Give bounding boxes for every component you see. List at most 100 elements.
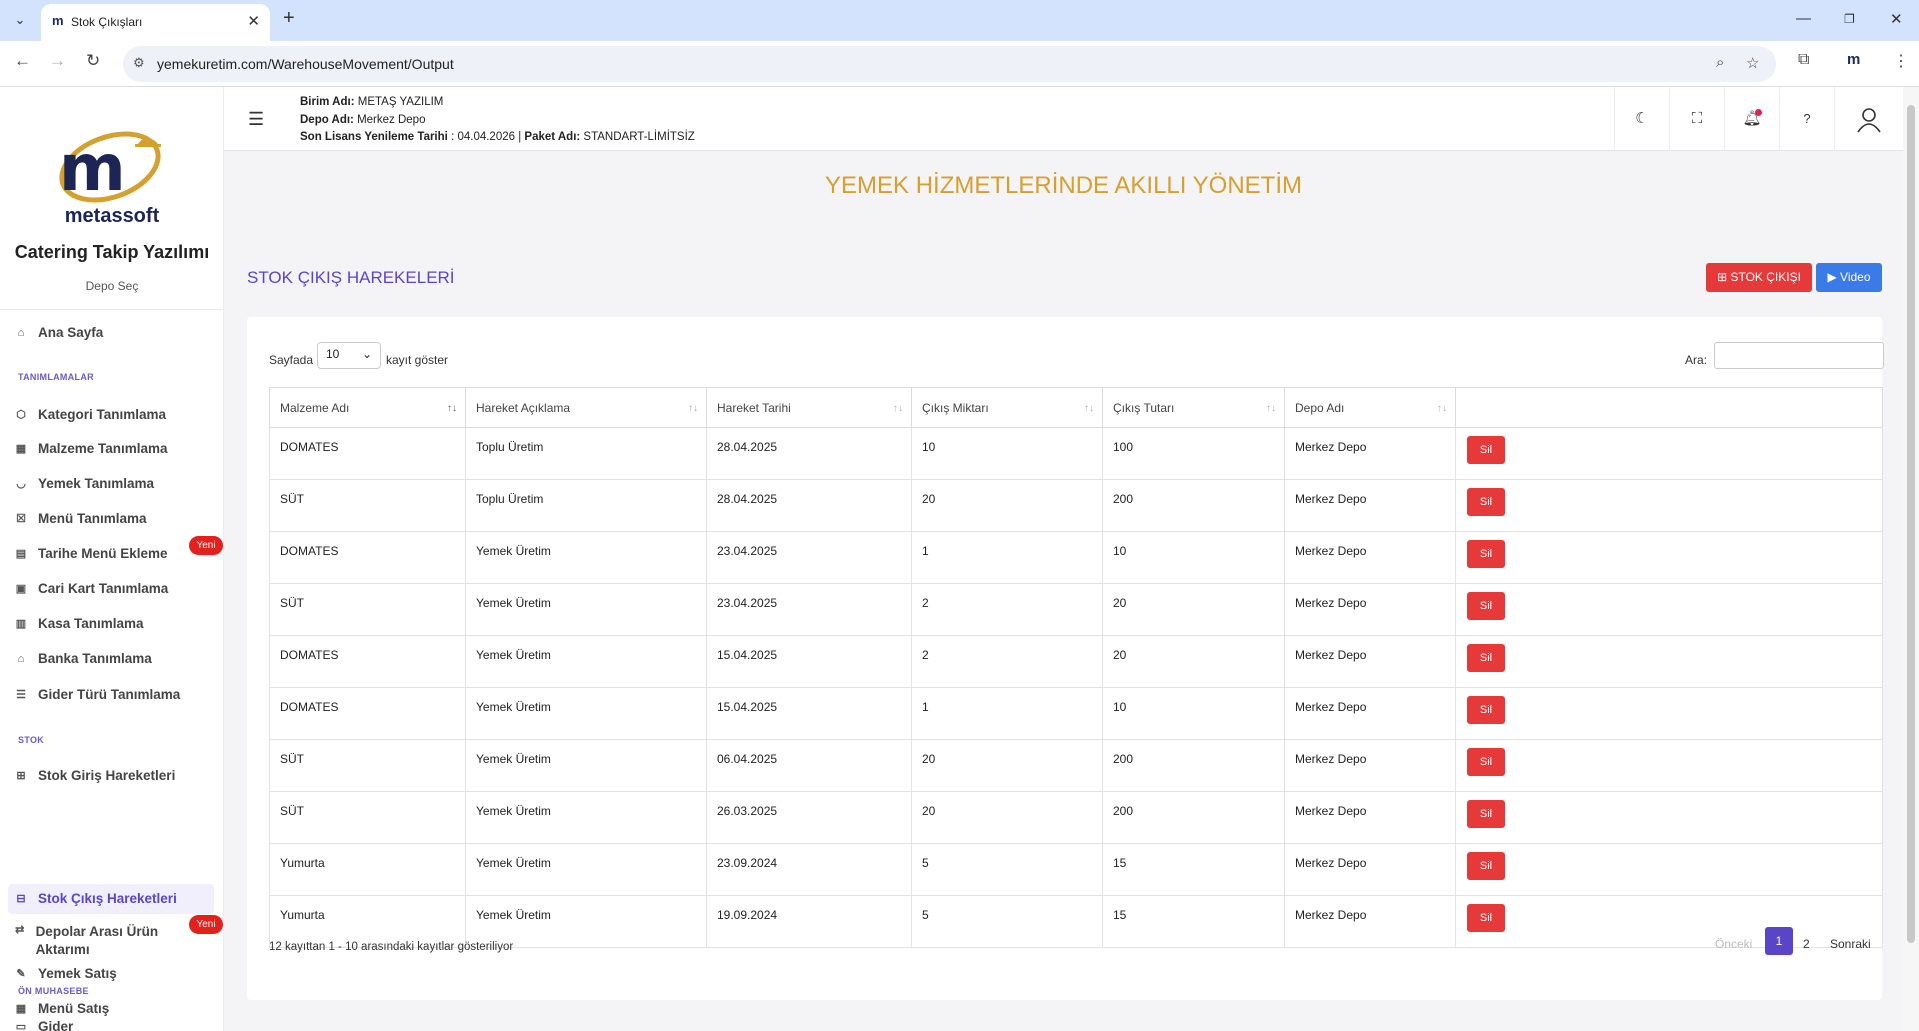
cell-malzeme: SÜT (269, 791, 466, 844)
notification-bell-icon[interactable]: 🔔︎ (1724, 87, 1779, 151)
delete-button[interactable]: Sil (1467, 436, 1505, 464)
reload-icon[interactable]: ↻ (86, 51, 100, 71)
sidebar-divider (0, 309, 223, 310)
video-button[interactable]: ▶ Video (1816, 263, 1882, 292)
cell-actions: Sil (1455, 635, 1883, 688)
cell-depo: Merkez Depo (1284, 687, 1456, 740)
sidebar-item-yemek-satis[interactable]: ✎ Yemek Satış (14, 966, 116, 981)
sidebar-item-menu[interactable]: ☒ Menü Tanımlama (14, 511, 146, 526)
fullscreen-icon[interactable]: ⛶ (1669, 87, 1724, 151)
stock-in-icon: ⊞ (16, 769, 26, 782)
delete-button[interactable]: Sil (1467, 696, 1505, 724)
pagination-prev[interactable]: Önceki (1715, 937, 1752, 951)
cell-tarih: 06.04.2025 (706, 739, 912, 792)
page-length-select[interactable]: 10 ⌄ (317, 342, 381, 369)
cell-tutar: 20 (1102, 583, 1285, 636)
depo-sec-link[interactable]: Depo Seç (0, 279, 223, 293)
forward-arrow-icon[interactable]: → (49, 51, 66, 71)
cell-miktar: 2 (911, 635, 1103, 688)
delete-button[interactable]: Sil (1467, 488, 1505, 516)
cell-tarih: 19.09.2024 (706, 895, 912, 948)
cell-tarih: 26.03.2025 (706, 791, 912, 844)
new-tab-plus-icon[interactable]: + (283, 7, 295, 30)
stok-cikisi-button[interactable]: ⊞ STOK ÇIKIŞI (1706, 263, 1812, 292)
help-icon[interactable]: ? (1779, 87, 1834, 151)
minimize-icon[interactable]: — (1796, 10, 1811, 27)
delete-button[interactable]: Sil (1467, 540, 1505, 568)
cell-malzeme: SÜT (269, 583, 466, 636)
browser-toolbar: ← → ↻ ⚙ yemekuretim.com/WarehouseMovemen… (0, 41, 1919, 87)
sidebar-item-kategori[interactable]: ⬡ Kategori Tanımlama (14, 407, 166, 422)
site-info-icon[interactable]: ⚙ (133, 55, 145, 71)
scrollbar-thumb[interactable] (1907, 105, 1915, 943)
search-input[interactable] (1714, 342, 1884, 369)
sidebar-item-malzeme[interactable]: ▦ Malzeme Tanımlama (14, 441, 168, 456)
extensions-icon[interactable]: ⧉ (1798, 51, 1809, 69)
sidebar-item-banka[interactable]: ⌂ Banka Tanımlama (14, 651, 152, 666)
back-arrow-icon[interactable]: ← (14, 51, 31, 71)
cell-depo: Merkez Depo (1284, 635, 1456, 688)
restore-icon[interactable]: ❐ (1844, 12, 1855, 26)
logo-wordmark: metassoft (64, 205, 160, 227)
sidebar-item-home[interactable]: ⌂ Ana Sayfa (14, 325, 104, 340)
cell-tutar: 15 (1102, 895, 1285, 948)
contact-card-icon: ▣ (15, 582, 27, 595)
delete-button[interactable]: Sil (1467, 748, 1505, 776)
calendar-icon: ▤ (15, 547, 27, 560)
section-tanimlamalar: TANIMLAMALAR (18, 372, 94, 382)
dark-mode-moon-icon[interactable]: ☾ (1614, 87, 1669, 151)
menu-sale-icon: ▦ (15, 1002, 27, 1015)
sidebar-item-menu-satis[interactable]: ▦ Menü Satış (14, 1001, 109, 1016)
cell-miktar: 20 (911, 791, 1103, 844)
column-miktar[interactable]: Çıkış Miktarı ↑↓ (911, 387, 1103, 428)
zoom-icon[interactable]: ⌕ (1716, 54, 1724, 71)
sidebar-item-gider[interactable]: ▭ Gider (14, 1019, 73, 1031)
delete-button[interactable]: Sil (1467, 852, 1505, 880)
sidebar-item-stok-giris[interactable]: ⊞ Stok Giriş Hareketleri (14, 768, 175, 783)
tab-close-icon[interactable]: ✕ (247, 12, 260, 30)
page-scrollbar[interactable] (1903, 87, 1919, 1031)
sidebar-item-cari-kart[interactable]: ▣ Cari Kart Tanımlama (14, 581, 169, 596)
sidebar-item-kasa[interactable]: ▥ Kasa Tanımlama (14, 616, 144, 631)
column-malzeme[interactable]: Malzeme Adı ↑↓ (269, 387, 466, 428)
bookmark-star-icon[interactable]: ☆ (1746, 54, 1759, 72)
table-row: Yumurta Yemek Üretim 23.09.2024 5 15 Merkez D… (269, 843, 1883, 896)
cell-tutar: 15 (1102, 843, 1285, 896)
browser-tab[interactable]: m Stok Çıkışları ✕ (41, 4, 270, 41)
cell-actions: Sil (1455, 791, 1883, 844)
delete-button[interactable]: Sil (1467, 904, 1505, 932)
food-sale-icon: ✎ (16, 967, 26, 980)
browser-menu-icon[interactable]: ⋮ (1893, 51, 1909, 71)
address-bar[interactable]: ⚙ yemekuretim.com/WarehouseMovement/Outp… (123, 46, 1776, 82)
column-depo[interactable]: Depo Adı ↑↓ (1284, 387, 1456, 428)
sidebar-item-depolar-arasi[interactable]: ⇄ Depolar Arası Ürün Aktarımı (14, 923, 184, 959)
pagination-page-1[interactable]: 1 (1765, 927, 1793, 955)
column-tarih[interactable]: Hareket Tarihi ↑↓ (706, 387, 912, 428)
pagination-next[interactable]: Sonraki (1830, 937, 1871, 951)
window-close-icon[interactable]: ✕ (1890, 10, 1903, 28)
cell-tutar: 10 (1102, 531, 1285, 584)
pagination-page-2[interactable]: 2 (1803, 937, 1810, 951)
sidebar-item-gider-turu[interactable]: ☰ Gider Türü Tanımlama (14, 687, 180, 702)
main-content: YEMEK HİZMETLERİNDE AKILLI YÖNETİM STOK … (224, 151, 1903, 1031)
column-tutar[interactable]: Çıkış Tutarı ↑↓ (1102, 387, 1285, 428)
tab-search-chevron-icon[interactable]: ⌄ (8, 8, 32, 32)
stock-out-icon: ⊟ (16, 892, 26, 905)
delete-button[interactable]: Sil (1467, 644, 1505, 672)
delete-button[interactable]: Sil (1467, 800, 1505, 828)
sidebar-item-yemek[interactable]: ◡ Yemek Tanımlama (14, 476, 154, 491)
sidebar-item-tarihe-menu[interactable]: ▤ Tarihe Menü Ekleme (14, 546, 168, 561)
column-aciklama[interactable]: Hareket Açıklama ↑↓ (465, 387, 707, 428)
user-avatar-icon[interactable] (1834, 87, 1903, 151)
cell-tutar: 200 (1102, 479, 1285, 532)
delete-button[interactable]: Sil (1467, 592, 1505, 620)
hamburger-menu-icon[interactable]: ☰ (248, 109, 264, 130)
table-row: DOMATES Toplu Üretim 28.04.2025 10 100 Merkez… (269, 427, 1883, 480)
chevron-down-icon: ⌄ (361, 347, 372, 361)
cell-tutar: 20 (1102, 635, 1285, 688)
new-badge: Yeni (189, 915, 223, 934)
cell-actions: Sil (1455, 895, 1883, 948)
profile-extension-icon[interactable]: m (1847, 51, 1860, 68)
table-row: DOMATES Yemek Üretim 23.04.2025 1 10 Merkez D… (269, 531, 1883, 584)
sidebar-item-stok-cikis[interactable]: ⊟ Stok Çıkış Hareketleri (14, 891, 176, 906)
